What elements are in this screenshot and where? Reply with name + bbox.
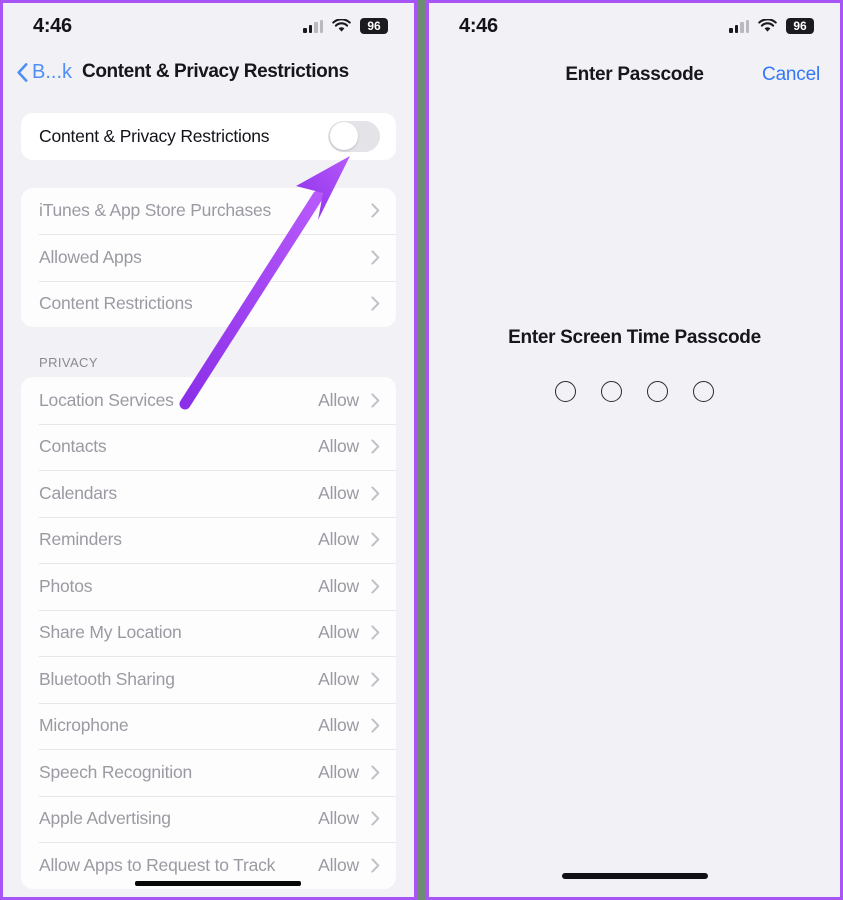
section-header-privacy: PRIVACY — [39, 355, 98, 370]
row-value: Allow — [318, 482, 359, 503]
navigation-bar-left: B...k Content & Privacy Restrictions — [3, 49, 414, 95]
status-bar-clock: 4:46 — [33, 14, 72, 37]
passcode-sheet-title: Enter Passcode — [565, 64, 704, 85]
passcode-prompt: Enter Screen Time Passcode — [508, 327, 761, 348]
row-label: Photos — [39, 575, 93, 596]
privacy-row[interactable]: Bluetooth Sharing Allow — [21, 656, 396, 703]
toggle-knob — [329, 122, 358, 151]
passcode-dots[interactable] — [555, 381, 714, 402]
chevron-right-icon — [371, 203, 380, 218]
chevron-right-icon — [371, 250, 380, 265]
restrictions-group-card: iTunes & App Store Purchases Allowed App… — [21, 187, 396, 328]
passcode-dot — [647, 381, 668, 402]
row-value: Allow — [318, 854, 359, 875]
chevron-right-icon — [371, 579, 380, 594]
row-value: Allow — [318, 389, 359, 410]
master-toggle-label: Content & Privacy Restrictions — [39, 125, 270, 146]
status-bar-right: 4:46 96 — [429, 3, 840, 49]
chevron-right-icon — [371, 672, 380, 687]
chevron-right-icon — [371, 393, 380, 408]
row-label: Allowed Apps — [39, 246, 142, 267]
master-toggle-card: Content & Privacy Restrictions — [21, 113, 396, 160]
redaction-bar — [135, 881, 301, 886]
row-label: Speech Recognition — [39, 761, 193, 782]
row-label: iTunes & App Store Purchases — [39, 200, 272, 221]
passcode-entry-area: Enter Screen Time Passcode — [429, 101, 840, 402]
battery-icon: 96 — [786, 18, 814, 34]
privacy-group-card: Location Services Allow Contacts Allow Calen… — [21, 377, 396, 889]
row-label: Calendars — [39, 482, 117, 503]
privacy-row[interactable]: Apple Advertising Allow — [21, 795, 396, 843]
status-bar-clock: 4:46 — [459, 14, 498, 37]
row-value: Allow — [318, 436, 359, 457]
row-label: Share My Location — [39, 622, 182, 643]
row-value: Allow — [318, 529, 359, 550]
chevron-right-icon — [371, 718, 380, 733]
cancel-button[interactable]: Cancel — [762, 64, 820, 86]
dual-screenshot-container: 4:46 96 B...k Content & Privacy Restrict… — [0, 0, 843, 900]
privacy-row[interactable]: Share My Location Allow — [21, 609, 396, 657]
privacy-row[interactable]: Contacts Allow — [21, 423, 396, 471]
status-bar-indicators: 96 — [303, 18, 388, 34]
row-label: Bluetooth Sharing — [39, 668, 175, 689]
row-label: Content Restrictions — [39, 293, 193, 314]
privacy-row[interactable]: Photos Allow — [21, 563, 396, 610]
row-allowed-apps[interactable]: Allowed Apps — [21, 234, 396, 281]
passcode-dot — [555, 381, 576, 402]
row-label: Microphone — [39, 715, 129, 736]
row-content-privacy-restrictions[interactable]: Content & Privacy Restrictions — [21, 113, 396, 160]
row-value: Allow — [318, 715, 359, 736]
home-indicator — [561, 873, 708, 879]
chevron-right-icon — [371, 858, 380, 873]
privacy-row[interactable]: Location Services Allow — [21, 377, 396, 424]
page-title: Content & Privacy Restrictions — [82, 61, 349, 82]
cellular-signal-icon — [729, 19, 749, 33]
privacy-row[interactable]: Calendars Allow — [21, 470, 396, 517]
row-value: Allow — [318, 808, 359, 829]
row-label: Allow Apps to Request to Track — [39, 854, 276, 875]
row-value: Allow — [318, 622, 359, 643]
wifi-icon — [332, 18, 351, 33]
chevron-right-icon — [371, 811, 380, 826]
row-value: Allow — [318, 575, 359, 596]
row-itunes-app-store-purchases[interactable]: iTunes & App Store Purchases — [21, 188, 396, 235]
chevron-right-icon — [371, 765, 380, 780]
row-label: Apple Advertising — [39, 808, 171, 829]
back-button-label: B...k — [32, 60, 73, 83]
chevron-right-icon — [371, 532, 380, 547]
status-bar-left: 4:46 96 — [3, 3, 414, 49]
row-content-restrictions[interactable]: Content Restrictions — [21, 280, 396, 328]
left-phone-screen: 4:46 96 B...k Content & Privacy Restrict… — [0, 0, 417, 900]
row-value: Allow — [318, 761, 359, 782]
privacy-row[interactable]: Speech Recognition Allow — [21, 749, 396, 796]
chevron-right-icon — [371, 625, 380, 640]
row-label: Reminders — [39, 529, 122, 550]
row-label: Contacts — [39, 436, 107, 457]
chevron-left-icon — [17, 62, 28, 82]
chevron-right-icon — [371, 486, 380, 501]
right-phone-screen: 4:46 96 Enter Passcode Cancel Enter Scre… — [426, 0, 843, 900]
passcode-dot — [601, 381, 622, 402]
chevron-right-icon — [371, 296, 380, 311]
row-value: Allow — [318, 668, 359, 689]
screen-divider — [417, 0, 426, 900]
status-bar-indicators: 96 — [729, 18, 814, 34]
privacy-row[interactable]: Microphone Allow — [21, 702, 396, 750]
battery-icon: 96 — [360, 18, 388, 34]
chevron-right-icon — [371, 439, 380, 454]
row-label: Location Services — [39, 389, 174, 410]
master-toggle[interactable] — [328, 120, 380, 152]
wifi-icon — [758, 18, 777, 33]
cellular-signal-icon — [303, 19, 323, 33]
navigation-bar-right: Enter Passcode Cancel — [429, 49, 840, 101]
passcode-dot — [693, 381, 714, 402]
back-button[interactable]: B...k — [17, 61, 72, 84]
privacy-row[interactable]: Reminders Allow — [21, 516, 396, 564]
